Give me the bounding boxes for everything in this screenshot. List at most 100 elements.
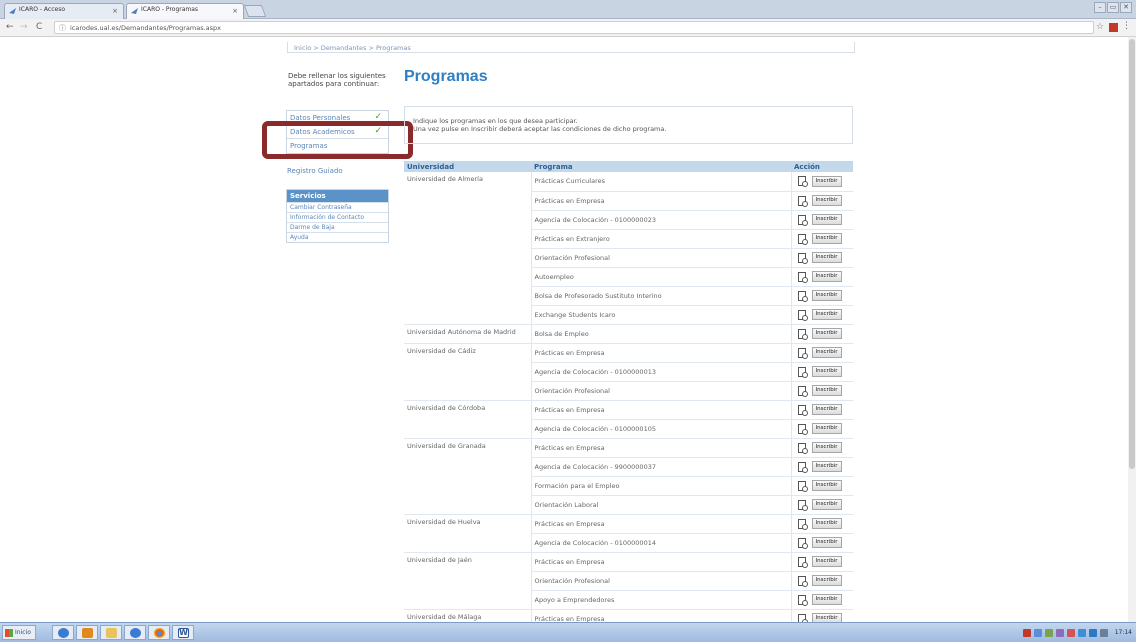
start-button[interactable]: Inicio [2,625,36,640]
bookmark-star-icon[interactable]: ☆ [1096,22,1104,32]
program-cell: Prácticas en Empresa [531,514,792,534]
reload-button[interactable]: C [36,22,42,32]
action-cell: Inscribir [791,419,853,439]
tray-security-icon[interactable] [1044,628,1053,637]
page-title: Programas [404,68,488,85]
view-details-icon[interactable] [797,309,808,321]
tray-app-icon[interactable] [1022,628,1031,637]
tray-update-icon[interactable] [1055,628,1064,637]
program-cell: Agencia de Colocación - 0100000014 [531,533,792,553]
enroll-button[interactable]: Inscribir [811,518,842,529]
program-cell: Prácticas Curriculares [531,172,792,192]
enroll-button[interactable]: Inscribir [811,480,842,491]
view-details-icon[interactable] [797,195,808,207]
program-cell: Prácticas en Empresa [531,552,792,572]
highlight-annotation-box [262,121,413,159]
university-cell: Universidad de Almería [404,172,532,325]
enroll-button[interactable]: Inscribir [811,594,842,605]
view-details-icon[interactable] [797,575,808,587]
view-details-icon[interactable] [797,423,808,435]
extension-icon[interactable] [1109,23,1118,32]
tab-icaro-programas[interactable]: ICARO - Programas × [126,3,244,19]
new-tab-button[interactable] [243,5,267,17]
enroll-button[interactable]: Inscribir [811,233,842,244]
enroll-button[interactable]: Inscribir [811,347,842,358]
taskbar-ie-icon[interactable] [52,625,74,640]
tray-volume-icon[interactable] [1099,628,1108,637]
view-details-icon[interactable] [797,347,808,359]
enroll-button[interactable]: Inscribir [811,214,842,225]
view-details-icon[interactable] [797,537,808,549]
view-details-icon[interactable] [797,290,808,302]
view-details-icon[interactable] [797,271,808,283]
enroll-button[interactable]: Inscribir [811,461,842,472]
view-details-icon[interactable] [797,518,808,530]
taskbar-chrome-alt-icon[interactable] [124,625,146,640]
action-cell: Inscribir [791,590,853,610]
close-icon[interactable]: × [232,7,238,15]
view-details-icon[interactable] [797,252,808,264]
view-details-icon[interactable] [797,442,808,454]
back-button[interactable]: ← [6,22,14,32]
enroll-button[interactable]: Inscribir [811,252,842,263]
intro-line-1: Indique los programas en los que desea p… [413,117,578,125]
view-details-icon[interactable] [797,461,808,473]
close-window-button[interactable]: ✕ [1120,2,1132,13]
service-help[interactable]: Ayuda [287,232,388,242]
info-icon[interactable]: ⓘ [59,23,66,33]
close-icon[interactable]: × [112,7,118,15]
enroll-button[interactable]: Inscribir [811,442,842,453]
enroll-button[interactable]: Inscribir [811,537,842,548]
program-cell: Agencia de Colocación - 0100000105 [531,419,792,439]
view-details-icon[interactable] [797,328,808,340]
enroll-button[interactable]: Inscribir [811,499,842,510]
minimize-button[interactable]: – [1094,2,1106,13]
view-details-icon[interactable] [797,214,808,226]
enroll-button[interactable]: Inscribir [811,328,842,339]
tab-icaro-acceso[interactable]: ICARO - Acceso × [4,3,124,19]
forward-button[interactable]: → [20,22,28,32]
enroll-button[interactable]: Inscribir [811,575,842,586]
enroll-button[interactable]: Inscribir [811,423,842,434]
service-change-password[interactable]: Cambiar Contraseña [287,202,388,212]
url-input[interactable]: ⓘ icarodes.ual.es/Demandantes/Programas.… [54,21,1094,34]
tray-sync-icon[interactable] [1077,628,1086,637]
enroll-button[interactable]: Inscribir [811,309,842,320]
guided-registration-link[interactable]: Registro Guiado [287,167,343,175]
word-icon: W [178,628,189,638]
enroll-button[interactable]: Inscribir [811,271,842,282]
view-details-icon[interactable] [797,233,808,245]
enroll-button[interactable]: Inscribir [811,366,842,377]
view-details-icon[interactable] [797,385,808,397]
view-details-icon[interactable] [797,176,808,188]
browser-tab-bar: ICARO - Acceso × ICARO - Programas × – ▭… [0,0,1136,19]
page-scrollbar[interactable] [1128,37,1136,622]
enroll-button[interactable]: Inscribir [811,290,842,301]
service-contact-info[interactable]: Información de Contacto [287,212,388,222]
view-details-icon[interactable] [797,366,808,378]
service-unsubscribe[interactable]: Darme de Baja [287,222,388,232]
taskbar-chrome-icon[interactable] [148,625,170,640]
scrollbar-thumb[interactable] [1129,39,1135,469]
taskbar-folder-icon[interactable] [100,625,122,640]
browser-menu-icon[interactable]: ⋮ [1122,21,1131,31]
enroll-button[interactable]: Inscribir [811,195,842,206]
view-details-icon[interactable] [797,556,808,568]
enroll-button[interactable]: Inscribir [811,404,842,415]
view-details-icon[interactable] [797,404,808,416]
view-details-icon[interactable] [797,480,808,492]
action-cell: Inscribir [791,533,853,553]
enroll-button[interactable]: Inscribir [811,175,842,187]
taskbar-clock[interactable]: 17:14 [1115,629,1132,636]
program-cell: Bolsa de Profesorado Sustituto Interino [531,286,792,306]
view-details-icon[interactable] [797,499,808,511]
taskbar-outlook-icon[interactable] [76,625,98,640]
tray-alert-icon[interactable] [1066,628,1075,637]
enroll-button[interactable]: Inscribir [811,556,842,567]
taskbar-word-icon[interactable]: W [172,625,194,640]
tray-network-icon[interactable] [1033,628,1042,637]
view-details-icon[interactable] [797,594,808,606]
enroll-button[interactable]: Inscribir [811,385,842,396]
maximize-button[interactable]: ▭ [1107,2,1119,13]
tray-display-icon[interactable] [1088,628,1097,637]
